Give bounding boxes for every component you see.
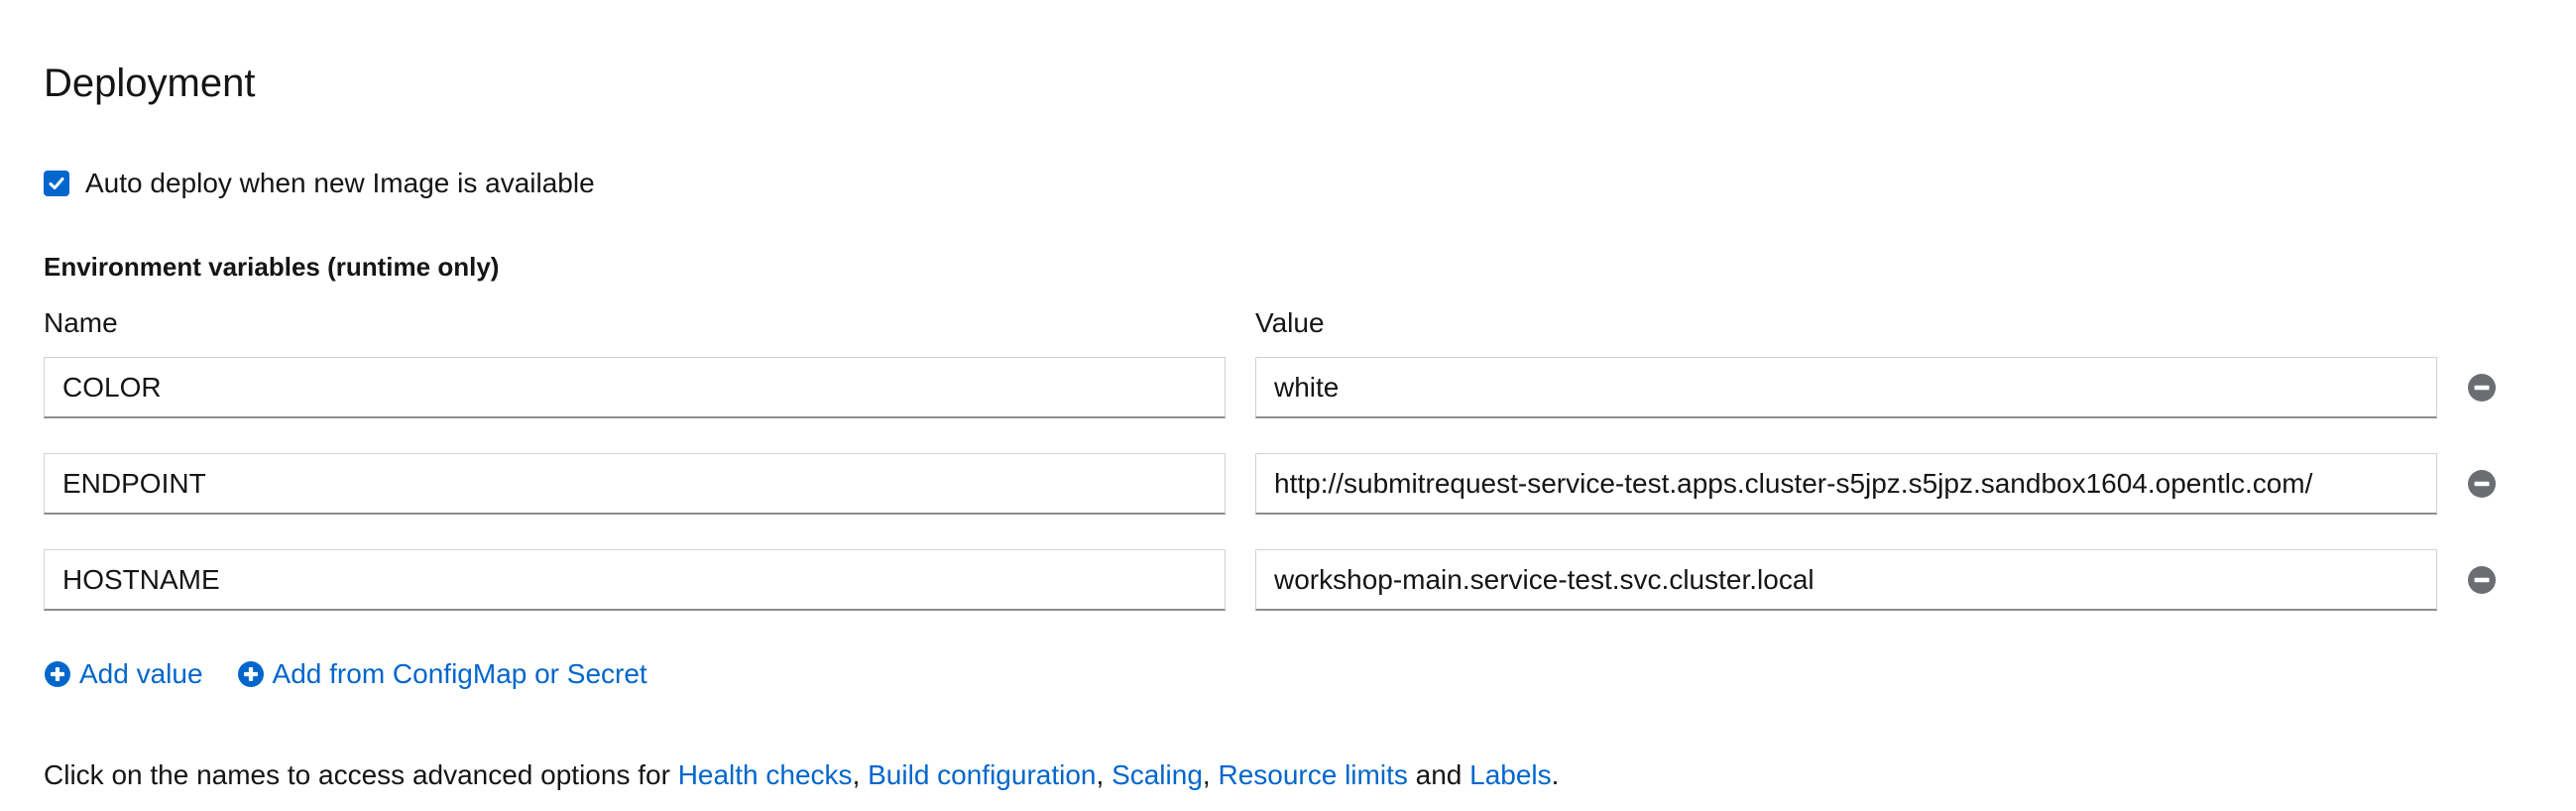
resource-limits-link[interactable]: Resource limits: [1218, 759, 1407, 790]
remove-circle-icon[interactable]: [2467, 469, 2497, 499]
remove-circle-icon[interactable]: [2467, 565, 2497, 595]
name-column-header: Name: [44, 307, 118, 338]
auto-deploy-label[interactable]: Auto deploy when new Image is available: [85, 168, 595, 199]
footer-prefix: Click on the names to access advanced op…: [44, 759, 678, 790]
env-vars-heading: Environment variables (runtime only): [44, 252, 500, 282]
env-value-input[interactable]: http://submitrequest-service-test.apps.c…: [1255, 453, 2437, 515]
checkmark-icon: [49, 177, 64, 189]
env-name-input[interactable]: HOSTNAME: [44, 549, 1226, 611]
footer-and: and: [1407, 759, 1470, 790]
footer-separator: ,: [1202, 759, 1219, 790]
add-from-configmap-button[interactable]: Add from ConfigMap or Secret: [237, 658, 647, 690]
plus-circle-icon: [45, 661, 70, 687]
footer-separator: ,: [852, 759, 869, 790]
build-configuration-link[interactable]: Build configuration: [868, 759, 1096, 790]
env-name-input[interactable]: COLOR: [44, 357, 1226, 418]
section-title: Deployment: [44, 61, 256, 105]
env-name-input[interactable]: ENDPOINT: [44, 453, 1226, 515]
advanced-options-text: Click on the names to access advanced op…: [44, 759, 1559, 791]
add-from-configmap-label: Add from ConfigMap or Secret: [272, 658, 647, 689]
remove-circle-icon[interactable]: [2467, 373, 2497, 403]
plus-circle-icon: [237, 661, 264, 687]
auto-deploy-checkbox[interactable]: [44, 171, 69, 196]
add-value-button[interactable]: Add value: [44, 658, 203, 690]
value-column-header: Value: [1255, 307, 1325, 338]
add-actions: Add value Add from ConfigMap or Secret: [44, 658, 647, 690]
labels-link[interactable]: Labels: [1469, 759, 1552, 790]
env-value-input[interactable]: white: [1255, 357, 2437, 418]
footer-end: .: [1551, 759, 1560, 790]
auto-deploy-row: Auto deploy when new Image is available: [44, 165, 595, 202]
add-value-label: Add value: [79, 658, 203, 689]
health-checks-link[interactable]: Health checks: [678, 759, 853, 790]
scaling-link[interactable]: Scaling: [1112, 759, 1203, 790]
footer-separator: ,: [1096, 759, 1112, 790]
env-value-input[interactable]: workshop-main.service-test.svc.cluster.l…: [1255, 549, 2437, 611]
